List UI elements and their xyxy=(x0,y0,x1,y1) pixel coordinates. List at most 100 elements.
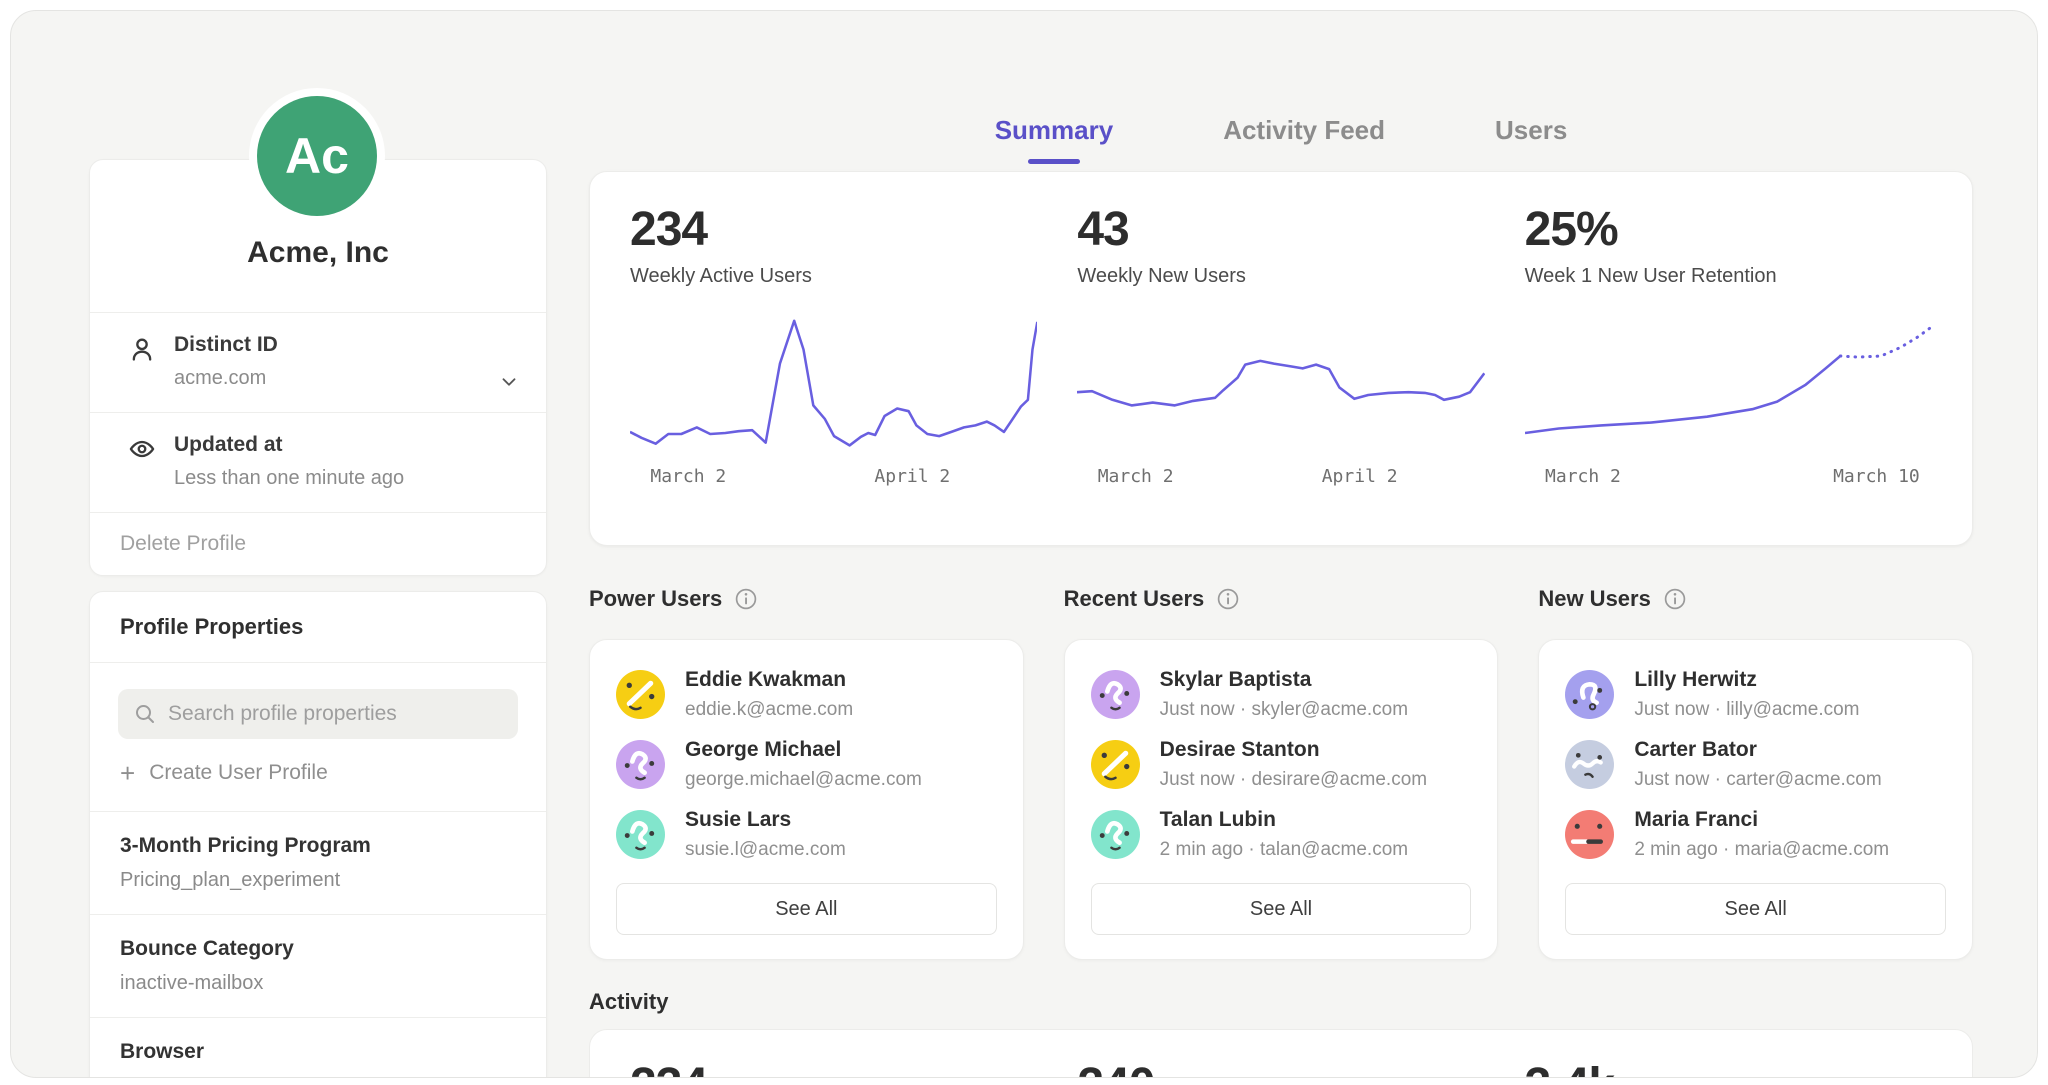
new-users-title: New Users xyxy=(1538,586,1651,612)
property-name: Browser xyxy=(120,1040,516,1064)
activity-stat-value: 3.4k xyxy=(1525,1058,1932,1078)
stat-label: Week 1 New User Retention xyxy=(1525,265,1932,288)
summary-card: 234 Weekly Active Users March 2 April 2 … xyxy=(589,171,1973,546)
power-users-card: Eddie Kwakman eddie.k@acme.com George Mi… xyxy=(589,639,1024,960)
property-value: Chrome xyxy=(120,1075,516,1078)
user-avatar xyxy=(1565,740,1614,789)
search-icon xyxy=(134,703,156,725)
company-profile-card: Acme, Inc Distinct ID acme.com Updated a… xyxy=(89,159,547,576)
chevron-down-icon[interactable] xyxy=(498,371,520,393)
user-avatar xyxy=(1565,810,1614,859)
property-item-browser[interactable]: Browser Chrome xyxy=(90,1017,546,1078)
user-sections: Power Users Eddie Kwakman eddie.k@acme.c… xyxy=(589,586,1973,960)
search-input[interactable] xyxy=(168,702,502,726)
user-row[interactable]: Maria Franci 2 min ago · maria@acme.com xyxy=(1565,808,1946,861)
user-row[interactable]: George Michael george.michael@acme.com xyxy=(616,738,997,791)
property-item-bounce-category[interactable]: Bounce Category inactive-mailbox xyxy=(90,914,546,1017)
user-row[interactable]: Desirae Stanton Just now · desirare@acme… xyxy=(1091,738,1472,791)
user-name: George Michael xyxy=(685,738,922,762)
user-row[interactable]: Eddie Kwakman eddie.k@acme.com xyxy=(616,668,997,721)
see-all-button[interactable]: See All xyxy=(1091,883,1472,935)
stat-label: Weekly New Users xyxy=(1077,265,1484,288)
person-icon xyxy=(128,335,156,363)
new-users-section: New Users Lilly Herwitz Just now · lilly… xyxy=(1538,586,1973,960)
create-user-profile-label: Create User Profile xyxy=(149,761,328,785)
eye-icon xyxy=(128,435,156,463)
tab-users[interactable]: Users xyxy=(1495,115,1567,164)
property-value: Pricing_plan_experiment xyxy=(120,869,516,892)
user-email: susie.l@acme.com xyxy=(685,839,846,861)
tab-activity-feed[interactable]: Activity Feed xyxy=(1223,115,1385,164)
info-icon[interactable] xyxy=(1664,588,1686,610)
user-avatar xyxy=(616,670,665,719)
company-avatar: Ac xyxy=(257,96,377,216)
stat-weekly-new-users: 43 Weekly New Users March 2 April 2 xyxy=(1077,202,1484,545)
create-user-profile-button[interactable]: + Create User Profile xyxy=(120,761,516,785)
user-row[interactable]: Lilly Herwitz Just now · lilly@acme.com xyxy=(1565,668,1946,721)
weekly-active-users-chart xyxy=(630,310,1037,460)
tab-bar: Summary Activity Feed Users xyxy=(589,115,1973,164)
user-row[interactable]: Carter Bator Just now · carter@acme.com xyxy=(1565,738,1946,791)
user-meta: Just now · desirare@acme.com xyxy=(1160,769,1427,791)
power-users-section: Power Users Eddie Kwakman eddie.k@acme.c… xyxy=(589,586,1024,960)
plus-icon: + xyxy=(120,763,135,783)
x-tick-label: April 2 xyxy=(1322,466,1398,487)
distinct-id-row[interactable]: Distinct ID acme.com xyxy=(90,312,546,412)
activity-card: 234 240 3.4k xyxy=(589,1029,1973,1078)
stat-label: Weekly Active Users xyxy=(630,265,1037,288)
profile-properties-card: Profile Properties + Create User Profile… xyxy=(89,591,547,1078)
stat-week1-retention: 25% Week 1 New User Retention March 2 Ma… xyxy=(1525,202,1932,545)
power-users-title: Power Users xyxy=(589,586,722,612)
stat-value: 234 xyxy=(630,202,1037,257)
activity-stat-value: 234 xyxy=(630,1058,1037,1078)
activity-title: Activity xyxy=(589,989,668,1015)
recent-users-title: Recent Users xyxy=(1064,586,1205,612)
user-avatar xyxy=(616,740,665,789)
recent-users-card: Skylar Baptista Just now · skyler@acme.c… xyxy=(1064,639,1499,960)
info-icon[interactable] xyxy=(1217,588,1239,610)
user-meta: Just now · skyler@acme.com xyxy=(1160,699,1408,721)
user-name: Desirae Stanton xyxy=(1160,738,1427,762)
x-tick-label: March 2 xyxy=(1545,466,1621,487)
property-name: 3-Month Pricing Program xyxy=(120,834,516,858)
user-name: Susie Lars xyxy=(685,808,846,832)
weekly-new-users-chart xyxy=(1077,310,1484,460)
property-item-pricing-program[interactable]: 3-Month Pricing Program Pricing_plan_exp… xyxy=(90,811,546,914)
info-icon[interactable] xyxy=(735,588,757,610)
user-name: Lilly Herwitz xyxy=(1634,668,1859,692)
week1-retention-chart xyxy=(1525,310,1932,460)
x-tick-label: March 2 xyxy=(1098,466,1174,487)
user-avatar xyxy=(616,810,665,859)
x-axis: March 2 April 2 xyxy=(1077,466,1484,490)
user-meta: 2 min ago · maria@acme.com xyxy=(1634,839,1889,861)
user-avatar xyxy=(1091,740,1140,789)
user-meta: 2 min ago · talan@acme.com xyxy=(1160,839,1408,861)
user-row[interactable]: Skylar Baptista Just now · skyler@acme.c… xyxy=(1091,668,1472,721)
activity-stat-value: 240 xyxy=(1077,1058,1484,1078)
new-users-card: Lilly Herwitz Just now · lilly@acme.com … xyxy=(1538,639,1973,960)
user-name: Carter Bator xyxy=(1634,738,1881,762)
user-avatar xyxy=(1565,670,1614,719)
delete-profile-button[interactable]: Delete Profile xyxy=(90,512,546,575)
user-name: Eddie Kwakman xyxy=(685,668,853,692)
user-row[interactable]: Susie Lars susie.l@acme.com xyxy=(616,808,997,861)
distinct-id-label: Distinct ID xyxy=(174,333,516,357)
stat-weekly-active-users: 234 Weekly Active Users March 2 April 2 xyxy=(630,202,1037,545)
search-profile-properties[interactable] xyxy=(118,689,518,739)
see-all-button[interactable]: See All xyxy=(1565,883,1946,935)
user-meta: Just now · carter@acme.com xyxy=(1634,769,1881,791)
updated-at-label: Updated at xyxy=(174,433,516,457)
tab-summary[interactable]: Summary xyxy=(995,115,1114,164)
x-tick-label: March 2 xyxy=(650,466,726,487)
user-avatar xyxy=(1091,670,1140,719)
user-avatar xyxy=(1091,810,1140,859)
updated-at-row: Updated at Less than one minute ago xyxy=(90,412,546,512)
user-email: george.michael@acme.com xyxy=(685,769,922,791)
user-meta: Just now · lilly@acme.com xyxy=(1634,699,1859,721)
distinct-id-value: acme.com xyxy=(174,367,516,390)
property-value: inactive-mailbox xyxy=(120,972,516,995)
user-row[interactable]: Talan Lubin 2 min ago · talan@acme.com xyxy=(1091,808,1472,861)
x-tick-label: April 2 xyxy=(874,466,950,487)
see-all-button[interactable]: See All xyxy=(616,883,997,935)
app-window: Ac Acme, Inc Distinct ID acme.com Update… xyxy=(10,10,2038,1078)
